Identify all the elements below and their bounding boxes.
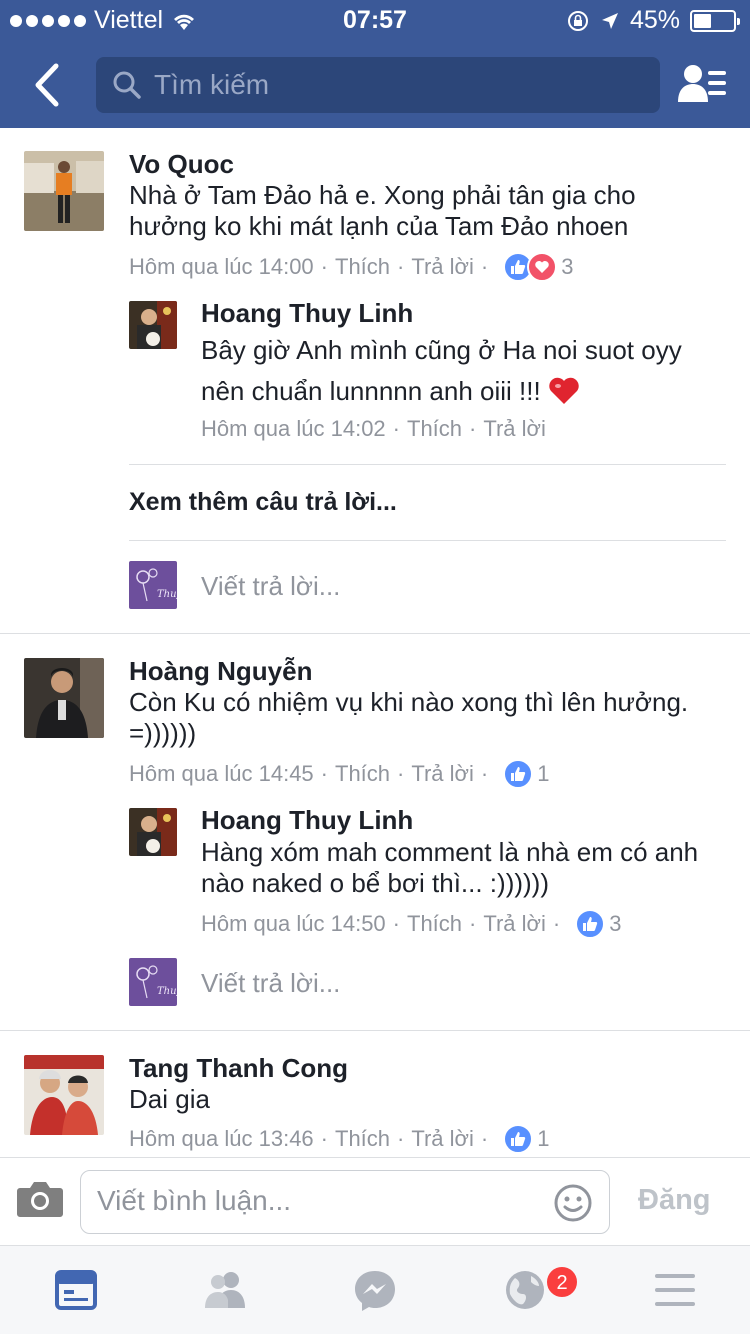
divider	[129, 464, 726, 465]
divider	[0, 1030, 750, 1031]
comment-text: Nhà ở Tam Đảo hả e. Xong phải tân gia ch…	[129, 180, 636, 241]
reply-time: Hôm qua lúc 14:50	[201, 911, 386, 936]
comment-text: Dai gia	[129, 1084, 210, 1114]
reply-author[interactable]: Hoang Thuy Linh	[201, 298, 413, 329]
divider	[129, 540, 726, 541]
reply-input[interactable]: Viết trả lời...	[201, 968, 340, 999]
back-button[interactable]	[26, 60, 66, 110]
camera-button[interactable]	[16, 1178, 64, 1218]
reply-time: Hôm qua lúc 14:02	[201, 416, 386, 441]
reply-input[interactable]: Viết trả lời...	[201, 571, 340, 602]
tab-news-feed[interactable]	[52, 1268, 100, 1312]
reaction-count: 3	[561, 254, 574, 279]
reaction-count: 1	[537, 761, 550, 786]
comment-time: Hôm qua lúc 13:46	[129, 1126, 314, 1151]
search-input[interactable]: Tìm kiếm	[96, 57, 660, 113]
comment-composer: Viết bình luận... Đăng	[0, 1157, 750, 1245]
reply-link[interactable]: Trả lời	[411, 1126, 474, 1152]
svg-text:Thuy: Thuy	[157, 986, 177, 997]
comment-meta: Hôm qua lúc 14:00 · Thích · Trả lời · 3	[129, 252, 573, 282]
like-link[interactable]: Thích	[335, 761, 390, 787]
reaction-count: 1	[537, 1126, 550, 1151]
like-link[interactable]: Thích	[335, 254, 390, 280]
reply-text: Hàng xóm mah comment là nhà em có anh nà…	[201, 837, 699, 898]
navigation-bar: Viettel 07:57 45% Tìm kiếm	[0, 0, 750, 128]
reply-link[interactable]: Trả lời	[483, 416, 546, 442]
comment-time: Hôm qua lúc 14:00	[129, 254, 314, 279]
reply-meta: Hôm qua lúc 14:02 · Thích · Trả lời	[201, 416, 546, 442]
comment-input[interactable]: Viết bình luận...	[80, 1170, 610, 1234]
reactions[interactable]: 3	[503, 252, 573, 282]
avatar[interactable]	[24, 151, 104, 231]
rotation-lock-icon	[567, 10, 588, 31]
status-bar: Viettel 07:57 45%	[0, 0, 750, 40]
reply-text-content: Bây giờ Anh mình cũng ở Ha noi suot oyy …	[201, 335, 682, 406]
view-more-replies-link[interactable]: Xem thêm câu trả lời...	[129, 488, 397, 517]
like-link[interactable]: Thích	[335, 1126, 390, 1152]
avatar[interactable]	[24, 658, 104, 738]
tab-messenger[interactable]	[351, 1268, 399, 1312]
tab-friend-requests[interactable]	[201, 1268, 249, 1312]
like-reaction-icon	[575, 909, 606, 939]
sticker-button[interactable]	[553, 1183, 593, 1223]
notifications-badge: 2	[545, 1265, 579, 1299]
comment-text: Còn Ku có nhiệm vụ khi nào xong thì lên …	[129, 687, 689, 748]
comment-time: Hôm qua lúc 14:45	[129, 761, 314, 786]
svg-text:Thuy: Thuy	[157, 589, 177, 600]
reply-link[interactable]: Trả lời	[411, 254, 474, 280]
reply-link[interactable]: Trả lời	[411, 761, 474, 787]
reply-meta: Hôm qua lúc 14:50 · Thích · Trả lời · 3	[201, 909, 621, 939]
avatar[interactable]	[129, 301, 177, 349]
avatar[interactable]	[24, 1055, 104, 1135]
battery-level	[694, 13, 712, 28]
reply-link[interactable]: Trả lời	[483, 911, 546, 937]
friend-requests-button[interactable]	[676, 62, 730, 106]
comment-author[interactable]: Tang Thanh Cong	[129, 1053, 348, 1084]
post-button[interactable]: Đăng	[638, 1184, 711, 1217]
comment-author[interactable]: Hoàng Nguyễn	[129, 656, 312, 687]
heart-emoji-icon	[549, 377, 579, 404]
my-avatar: Thuy	[129, 958, 177, 1006]
reactions[interactable]: 1	[503, 759, 549, 789]
my-avatar: Thuy	[129, 561, 177, 609]
reactions[interactable]: 1	[503, 1124, 549, 1154]
battery-icon	[690, 9, 740, 32]
comment-author[interactable]: Vo Quoc	[129, 149, 234, 180]
comment-meta: Hôm qua lúc 14:45 · Thích · Trả lời · 1	[129, 759, 549, 789]
tab-bar	[0, 1245, 750, 1334]
divider	[0, 633, 750, 634]
avatar[interactable]	[129, 808, 177, 856]
tab-menu[interactable]	[651, 1268, 699, 1312]
reactions[interactable]: 3	[575, 909, 621, 939]
search-placeholder: Tìm kiếm	[154, 69, 270, 100]
search-icon	[113, 71, 141, 99]
comment-meta: Hôm qua lúc 13:46 · Thích · Trả lời · 1	[129, 1124, 549, 1154]
comments-list: Vo Quoc Nhà ở Tam Đảo hả e. Xong phải tâ…	[0, 128, 750, 1156]
reaction-count: 3	[609, 911, 622, 936]
like-link[interactable]: Thích	[407, 416, 462, 442]
battery-percent: 45%	[629, 6, 680, 34]
reply-text: Bây giờ Anh mình cũng ở Ha noi suot oyy …	[201, 330, 701, 412]
like-reaction-icon	[503, 1124, 534, 1154]
like-link[interactable]: Thích	[407, 911, 462, 937]
tab-notifications-globe[interactable]	[501, 1268, 549, 1312]
reply-author[interactable]: Hoang Thuy Linh	[201, 805, 413, 836]
comment-placeholder: Viết bình luận...	[97, 1185, 292, 1216]
love-reaction-icon	[527, 252, 558, 282]
like-reaction-icon	[503, 759, 534, 789]
location-icon	[601, 12, 618, 29]
